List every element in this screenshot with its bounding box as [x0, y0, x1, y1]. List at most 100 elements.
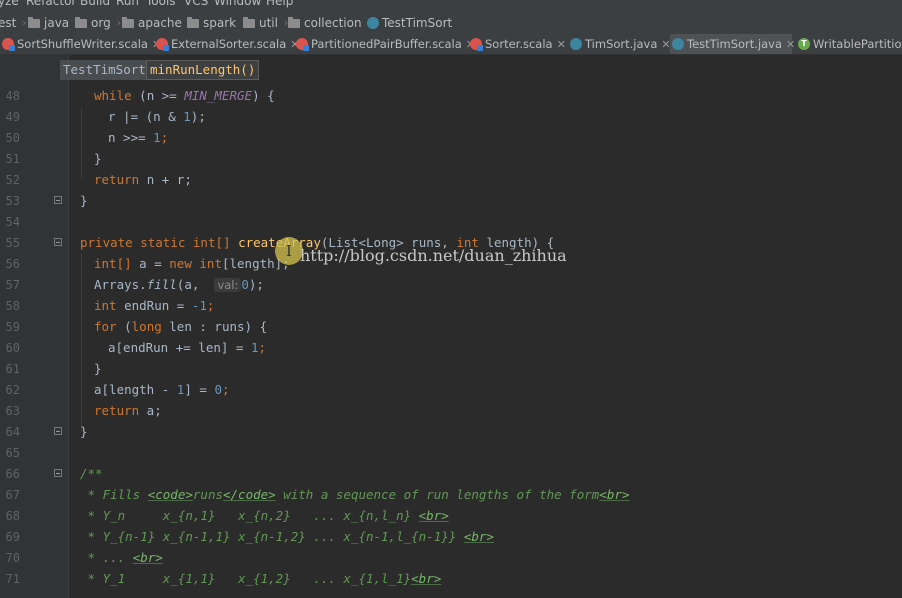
scala-file-icon — [470, 38, 483, 51]
code-line-57: Arrays.fill(a, val: 0); — [94, 277, 264, 292]
line-number: 51 — [5, 152, 20, 166]
tab-testtimsort[interactable]: TestTimSort.java ✕ — [670, 34, 795, 54]
line-number: 65 — [5, 446, 20, 460]
close-icon[interactable]: ✕ — [786, 38, 795, 51]
line-number: 68 — [5, 509, 20, 523]
line-number: 69 — [5, 530, 20, 544]
tab-timsort[interactable]: TimSort.java ✕ — [568, 34, 671, 54]
class-icon — [367, 17, 379, 29]
code-line-71: * Y_1 x_{1,1} x_{1,2} ... x_{1,l_1}<br> — [80, 571, 442, 586]
line-number: 62 — [5, 383, 20, 397]
code-line-49: r |= (n & 1); — [108, 109, 206, 124]
folder-icon — [187, 16, 199, 28]
breadcrumb-class[interactable]: TestTimSort — [60, 60, 149, 80]
tab-externalsorter[interactable]: ExternalSorter.scala ✕ — [154, 34, 300, 54]
breadcrumb-method[interactable]: minRunLength() — [146, 60, 260, 80]
menu-help[interactable]: Help — [266, 0, 293, 8]
line-number: 54 — [5, 215, 20, 229]
crumb-apache[interactable]: apache› — [122, 15, 192, 31]
trait-icon: T — [798, 38, 810, 50]
line-number: 59 — [5, 320, 20, 334]
folder-icon — [288, 16, 300, 28]
menu-tools[interactable]: Tools — [146, 0, 176, 8]
code-line-59: for (long len : runs) { — [94, 319, 268, 334]
code-line-64: } — [80, 424, 88, 439]
line-number: 60 — [5, 341, 20, 355]
java-class-icon — [570, 38, 582, 50]
code-line-48: while (n >= MIN_MERGE) { — [94, 88, 275, 103]
folder-icon — [122, 16, 134, 28]
crumb-test[interactable]: est › — [0, 15, 26, 31]
code-line-62: a[length - 1] = 0; — [94, 382, 230, 397]
scala-file-icon — [296, 38, 309, 51]
menu-bar: yze Refactor Build Run Tools VCS Window … — [0, 0, 902, 10]
line-number: 61 — [5, 362, 20, 376]
crumb-testtimsort[interactable]: TestTimSort — [367, 15, 452, 31]
code-editor[interactable]: TestTimSort minRunLength() 48 49 50 51 5… — [0, 55, 902, 598]
editor-tabs: SortShuffleWriter.scala✕ ExternalSorter.… — [0, 34, 902, 55]
line-number: 58 — [5, 299, 20, 313]
code-line-51: } — [94, 151, 102, 166]
menu-vcs[interactable]: VCS — [184, 0, 208, 8]
line-number: 63 — [5, 404, 20, 418]
java-class-icon — [672, 38, 684, 50]
fold-marker-icon[interactable] — [54, 238, 62, 246]
code-line-67: * Fills <code>runs</code> with a sequenc… — [80, 487, 630, 502]
line-number: 71 — [5, 572, 20, 586]
fold-marker-icon[interactable] — [54, 196, 62, 204]
folder-icon — [75, 16, 87, 28]
line-number: 66 — [5, 467, 20, 481]
line-number: 50 — [5, 131, 20, 145]
indent-guide — [81, 107, 82, 179]
line-number: 48 — [5, 89, 20, 103]
line-number: 64 — [5, 425, 20, 439]
scala-file-icon — [2, 38, 15, 51]
line-number: 55 — [5, 236, 20, 250]
folder-icon — [28, 16, 40, 28]
crumb-org[interactable]: org › — [75, 15, 121, 31]
code-line-69: * Y_{n-1} x_{n-1,1} x_{n-1,2} ... x_{n-1… — [80, 529, 494, 544]
fold-marker-icon[interactable] — [54, 427, 62, 435]
menu-build[interactable]: Build — [80, 0, 110, 8]
text-cursor-icon: I — [286, 242, 292, 260]
code-line-56: int[] a = new int[length]; — [94, 256, 290, 271]
menu-run[interactable]: Run — [116, 0, 139, 8]
code-line-61: } — [94, 361, 102, 376]
code-line-60: a[endRun += len] = 1; — [108, 340, 267, 355]
crumb-java[interactable]: java› — [28, 15, 79, 31]
code-line-70: * ... <br> — [80, 550, 163, 565]
close-icon[interactable]: ✕ — [557, 38, 566, 51]
crumb-collection[interactable]: collection› — [288, 15, 372, 31]
scala-file-icon — [156, 38, 169, 51]
menu-analyze[interactable]: yze — [0, 0, 19, 8]
code-line-53: } — [80, 193, 88, 208]
line-number: 49 — [5, 110, 20, 124]
menu-refactor[interactable]: Refactor — [26, 0, 76, 8]
fold-marker-icon[interactable] — [54, 469, 62, 477]
code-line-58: int endRun = -1; — [94, 298, 215, 313]
code-line-52: return n + r; — [94, 172, 192, 187]
parameter-hint: val: — [214, 278, 242, 292]
menu-window[interactable]: Window — [214, 0, 261, 8]
line-number: 67 — [5, 488, 20, 502]
tab-sortshufflewriter[interactable]: SortShuffleWriter.scala✕ — [0, 34, 161, 54]
line-number: 56 — [5, 257, 20, 271]
crumb-spark[interactable]: spark› — [187, 15, 246, 31]
folder-icon — [243, 16, 255, 28]
code-line-68: * Y_n x_{n,1} x_{n,2} ... x_{n,l_n} <br> — [80, 508, 449, 523]
editor-breadcrumb: TestTimSort minRunLength() — [0, 55, 902, 83]
code-line-66: /** — [80, 466, 103, 481]
line-number: 70 — [5, 551, 20, 565]
indent-guide — [81, 253, 82, 433]
line-number: 57 — [5, 278, 20, 292]
navigation-bar: est› java› org› apache› spark› util› col… — [0, 10, 902, 35]
code-line-63: return a; — [94, 403, 162, 418]
crumb-util[interactable]: util › — [243, 15, 288, 31]
line-number: 53 — [5, 194, 20, 208]
watermark: http://blog.csdn.net/duan_zhihua — [300, 246, 567, 265]
tab-writablepartition[interactable]: T WritablePartition — [796, 34, 902, 54]
tab-partitionedpairbuffer[interactable]: PartitionedPairBuffer.scala✕ — [294, 34, 475, 54]
tab-sorter[interactable]: Sorter.scala ✕ — [468, 34, 566, 54]
code-line-50: n >>= 1; — [108, 130, 169, 145]
line-number: 52 — [5, 173, 20, 187]
